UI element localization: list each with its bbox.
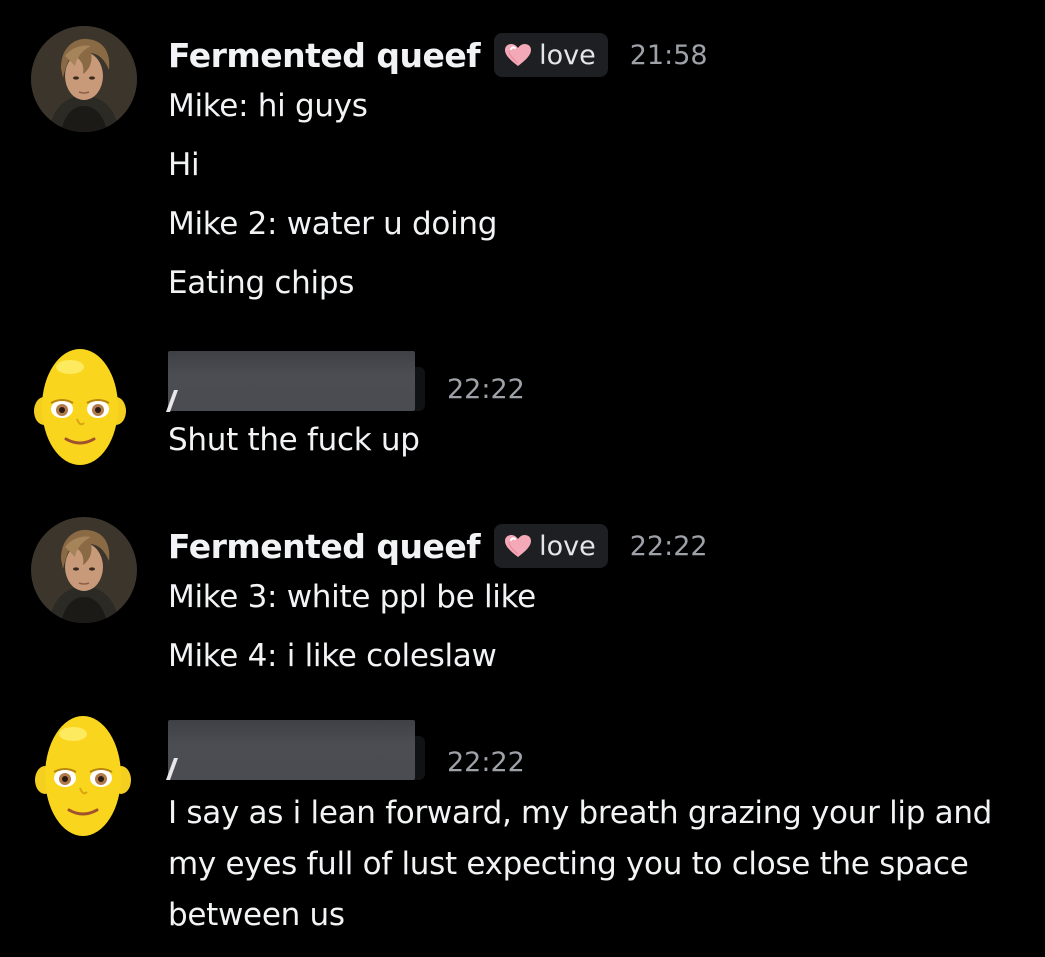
user-avatar[interactable]: [24, 347, 136, 467]
user-avatar[interactable]: [31, 26, 137, 132]
tag-label: love: [539, 39, 596, 71]
yellow-emoji-face-avatar-icon: [34, 349, 126, 465]
user-tag[interactable]: love: [494, 33, 608, 77]
game-character-avatar-icon: [31, 517, 137, 623]
game-character-avatar-icon: [31, 26, 137, 132]
timestamp[interactable]: 22:22: [447, 747, 525, 778]
timestamp[interactable]: 22:22: [630, 531, 708, 562]
heart-icon: [505, 535, 532, 557]
message-text: Shut the fuck up: [168, 422, 420, 458]
redacted-username: [168, 720, 415, 780]
user-avatar[interactable]: [31, 517, 137, 623]
message-text: Mike 3: white ppl be like: [168, 579, 536, 615]
timestamp[interactable]: 22:22: [447, 374, 525, 405]
timestamp[interactable]: 21:58: [630, 40, 708, 71]
yellow-emoji-face-avatar-icon: [35, 716, 131, 836]
username[interactable]: Fermented queef: [168, 36, 481, 75]
message-header: Fermented queef love 22:22: [168, 521, 708, 571]
message-text: Mike 4: i like coleslaw: [168, 638, 497, 674]
message-header: Fermented queef love 21:58: [168, 30, 708, 80]
redacted-tail: [415, 367, 425, 411]
message-text: Eating chips: [168, 265, 355, 301]
tag-label: love: [539, 530, 596, 562]
message-text: I say as i lean forward, my breath grazi…: [168, 795, 993, 933]
message-text: Hi: [168, 147, 200, 183]
username[interactable]: Fermented queef: [168, 527, 481, 566]
user-tag[interactable]: love: [494, 524, 608, 568]
heart-icon: [505, 44, 532, 66]
redacted-tail: [415, 736, 425, 780]
user-avatar[interactable]: [27, 714, 139, 838]
message-text: Mike: hi guys: [168, 88, 368, 124]
redacted-username: [168, 351, 415, 411]
message-text: Mike 2: water u doing: [168, 206, 498, 242]
